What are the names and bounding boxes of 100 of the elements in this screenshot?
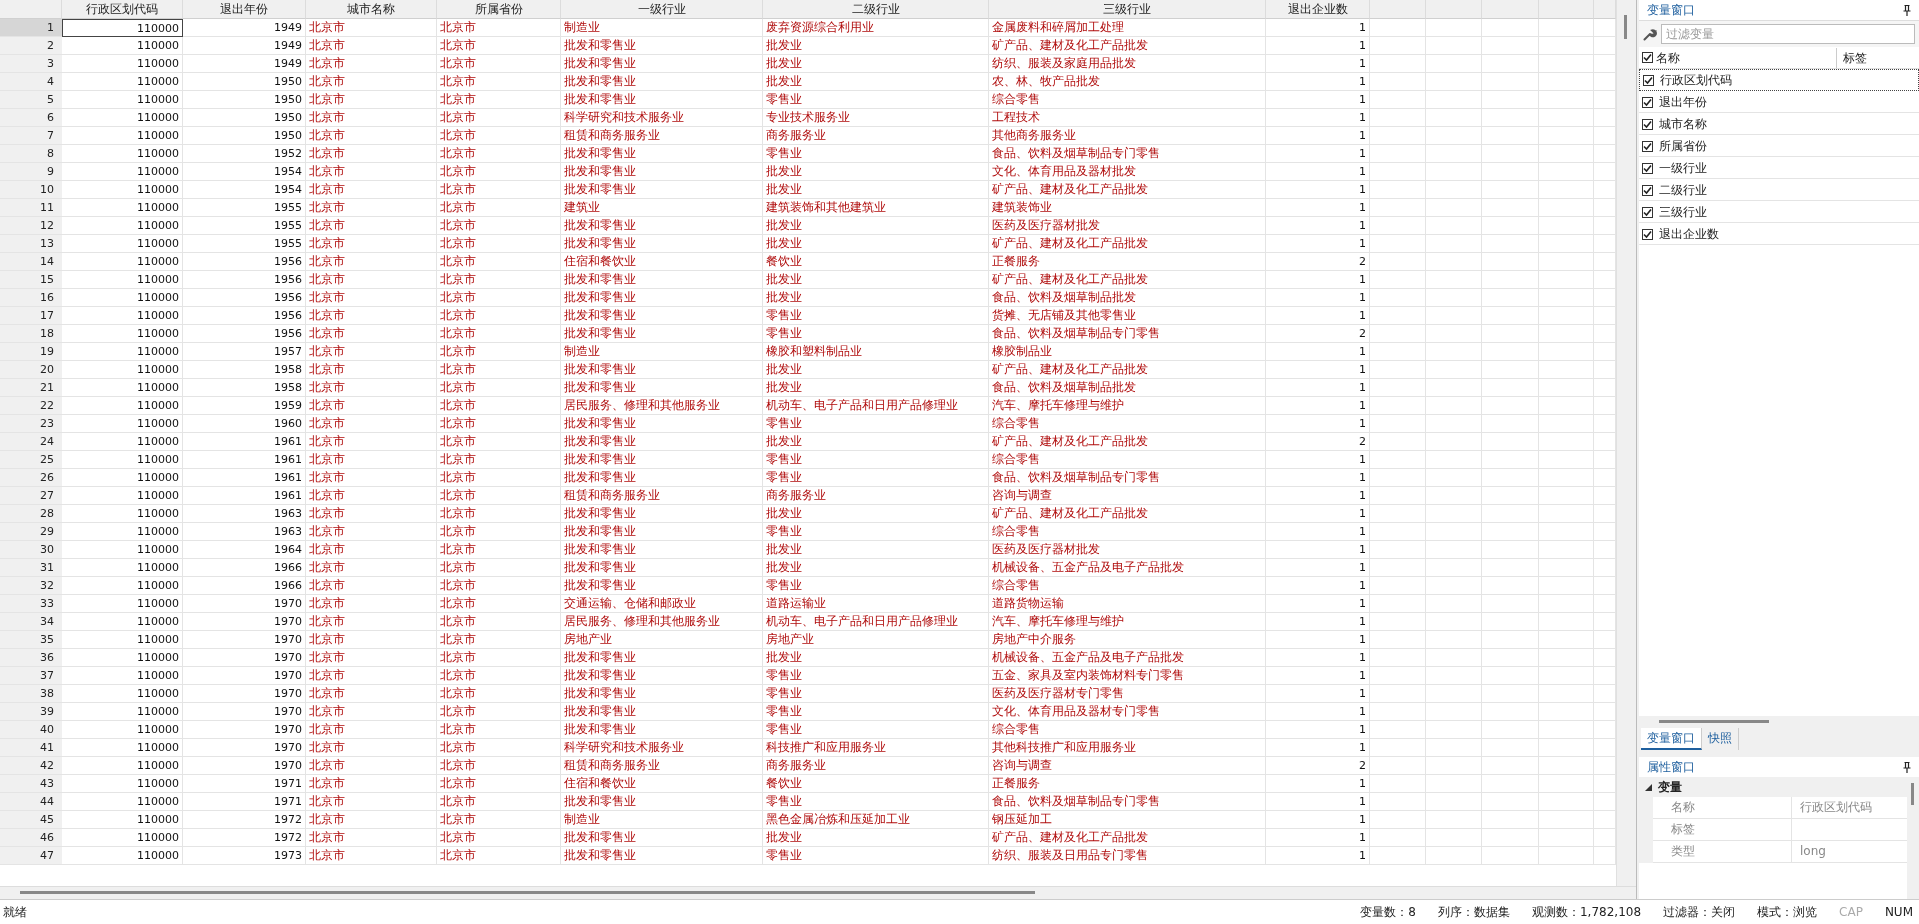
table-cell[interactable]: 2	[1266, 325, 1370, 343]
table-cell[interactable]: 批发业	[763, 829, 989, 847]
empty-cell[interactable]	[1370, 397, 1426, 415]
table-cell[interactable]: 批发业	[763, 181, 989, 199]
table-cell[interactable]: 批发业	[763, 235, 989, 253]
table-cell[interactable]: 房地产业	[763, 631, 989, 649]
table-cell[interactable]: 110000	[62, 379, 183, 397]
table-cell[interactable]: 零售业	[763, 847, 989, 865]
table-cell[interactable]: 居民服务、修理和其他服务业	[561, 613, 763, 631]
table-cell[interactable]: 道路货物运输	[989, 595, 1266, 613]
empty-cell[interactable]	[1426, 73, 1482, 91]
table-cell[interactable]: 1958	[183, 379, 306, 397]
table-cell[interactable]: 房地产业	[561, 631, 763, 649]
empty-cell[interactable]	[1370, 523, 1426, 541]
empty-cell[interactable]	[1370, 199, 1426, 217]
table-cell[interactable]: 1	[1266, 73, 1370, 91]
empty-cell[interactable]	[1426, 757, 1482, 775]
column-header[interactable]: 二级行业	[763, 0, 989, 19]
table-cell[interactable]: 1	[1266, 505, 1370, 523]
table-cell[interactable]: 110000	[62, 181, 183, 199]
table-cell[interactable]: 住宿和餐饮业	[561, 775, 763, 793]
vertical-scrollbar[interactable]	[1616, 0, 1636, 886]
table-cell[interactable]: 北京市	[306, 163, 437, 181]
empty-cell[interactable]	[1539, 559, 1594, 577]
empty-cell[interactable]	[1539, 649, 1594, 667]
table-cell[interactable]: 批发和零售业	[561, 685, 763, 703]
table-cell[interactable]: 北京市	[437, 415, 561, 433]
table-cell[interactable]: 1970	[183, 721, 306, 739]
table-cell[interactable]: 北京市	[306, 379, 437, 397]
table-cell[interactable]: 北京市	[437, 289, 561, 307]
table-cell[interactable]: 110000	[62, 505, 183, 523]
table-cell[interactable]: 北京市	[306, 73, 437, 91]
table-cell[interactable]: 北京市	[437, 109, 561, 127]
table-cell[interactable]: 制造业	[561, 811, 763, 829]
table-cell[interactable]: 食品、饮料及烟草制品专门零售	[989, 145, 1266, 163]
column-header[interactable]: 所属省份	[437, 0, 561, 19]
empty-cell[interactable]	[1426, 811, 1482, 829]
table-cell[interactable]: 正餐服务	[989, 253, 1266, 271]
empty-cell[interactable]	[1426, 685, 1482, 703]
variable-item[interactable]: 所属省份	[1639, 135, 1919, 157]
empty-cell[interactable]	[1482, 829, 1539, 847]
table-cell[interactable]: 北京市	[306, 577, 437, 595]
empty-cell[interactable]	[1539, 811, 1594, 829]
table-cell[interactable]: 北京市	[437, 127, 561, 145]
corner-cell[interactable]	[0, 0, 62, 19]
table-cell[interactable]: 110000	[62, 559, 183, 577]
empty-cell[interactable]	[1370, 811, 1426, 829]
row-number[interactable]: 46	[0, 829, 62, 847]
table-cell[interactable]: 批发和零售业	[561, 289, 763, 307]
table-cell[interactable]: 医药及医疗器材批发	[989, 541, 1266, 559]
table-cell[interactable]: 北京市	[306, 253, 437, 271]
table-cell[interactable]: 医药及医疗器材批发	[989, 217, 1266, 235]
table-cell[interactable]: 批发业	[763, 73, 989, 91]
table-cell[interactable]: 1	[1266, 91, 1370, 109]
table-cell[interactable]: 1957	[183, 343, 306, 361]
column-header[interactable]: 退出年份	[183, 0, 306, 19]
table-cell[interactable]: 110000	[62, 199, 183, 217]
table-cell[interactable]: 批发和零售业	[561, 181, 763, 199]
table-cell[interactable]: 110000	[62, 163, 183, 181]
table-cell[interactable]: 零售业	[763, 91, 989, 109]
column-header[interactable]: 退出企业数	[1266, 0, 1370, 19]
table-cell[interactable]: 北京市	[437, 775, 561, 793]
row-number[interactable]: 8	[0, 145, 62, 163]
empty-cell[interactable]	[1539, 613, 1594, 631]
empty-cell[interactable]	[1482, 667, 1539, 685]
empty-cell[interactable]	[1539, 775, 1594, 793]
table-cell[interactable]: 1970	[183, 757, 306, 775]
row-number[interactable]: 40	[0, 721, 62, 739]
table-cell[interactable]: 北京市	[437, 523, 561, 541]
table-cell[interactable]: 五金、家具及室内装饰材料专门零售	[989, 667, 1266, 685]
checkbox[interactable]	[1642, 184, 1653, 196]
table-cell[interactable]: 综合零售	[989, 577, 1266, 595]
empty-cell[interactable]	[1482, 127, 1539, 145]
scroll-thumb[interactable]	[1911, 783, 1914, 805]
empty-cell[interactable]	[1539, 109, 1594, 127]
checkbox[interactable]	[1642, 228, 1653, 240]
empty-cell[interactable]	[1426, 415, 1482, 433]
table-cell[interactable]: 食品、饮料及烟草制品批发	[989, 289, 1266, 307]
table-cell[interactable]: 道路运输业	[763, 595, 989, 613]
table-cell[interactable]: 北京市	[437, 757, 561, 775]
empty-cell[interactable]	[1539, 505, 1594, 523]
table-cell[interactable]: 机动车、电子产品和日用产品修理业	[763, 613, 989, 631]
table-cell[interactable]: 1	[1266, 649, 1370, 667]
empty-cell[interactable]	[1539, 829, 1594, 847]
empty-cell[interactable]	[1426, 523, 1482, 541]
row-number[interactable]: 10	[0, 181, 62, 199]
table-cell[interactable]: 北京市	[306, 19, 437, 37]
table-cell[interactable]: 废弃资源综合利用业	[763, 19, 989, 37]
table-cell[interactable]: 北京市	[306, 127, 437, 145]
row-number[interactable]: 18	[0, 325, 62, 343]
table-cell[interactable]: 餐饮业	[763, 775, 989, 793]
column-header[interactable]: 标签	[1837, 47, 1867, 68]
table-cell[interactable]: 纺织、服装及家庭用品批发	[989, 55, 1266, 73]
empty-cell[interactable]	[1482, 505, 1539, 523]
empty-cell[interactable]	[1370, 271, 1426, 289]
empty-cell[interactable]	[1539, 541, 1594, 559]
table-cell[interactable]: 110000	[62, 271, 183, 289]
empty-cell[interactable]	[1426, 487, 1482, 505]
table-cell[interactable]: 矿产品、建材及化工产品批发	[989, 37, 1266, 55]
table-cell[interactable]: 综合零售	[989, 523, 1266, 541]
